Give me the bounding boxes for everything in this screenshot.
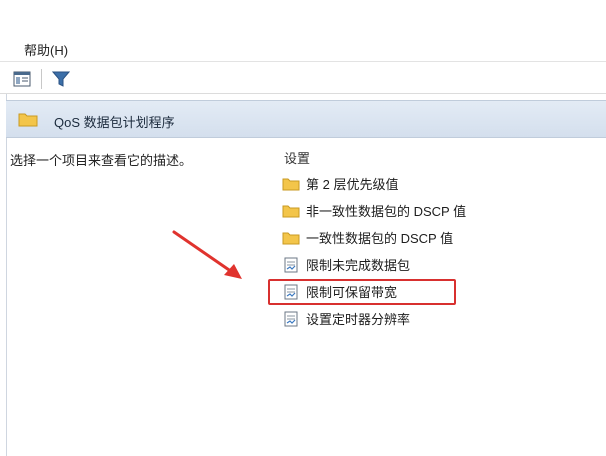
- annotation-arrow-icon: [172, 230, 242, 279]
- list-item-layer2-priority[interactable]: 第 2 层优先级值: [282, 170, 592, 197]
- policy-setting-icon: [282, 257, 300, 273]
- policy-setting-icon: [282, 284, 300, 300]
- pane-border: [6, 94, 7, 456]
- list-item-nonconforming-dscp[interactable]: 非一致性数据包的 DSCP 值: [282, 197, 592, 224]
- node-title: QoS 数据包计划程序: [54, 115, 175, 130]
- list-item-limit-outstanding-packets[interactable]: 限制未完成数据包: [282, 251, 592, 278]
- settings-list: 第 2 层优先级值 非一致性数据包的 DSCP 值 一致性数据包的 DSCP 值…: [268, 170, 592, 332]
- description-hint: 选择一个项目来查看它的描述。: [10, 153, 193, 168]
- filter-icon: [52, 71, 70, 87]
- folder-icon: [18, 111, 38, 132]
- policy-setting-icon: [282, 311, 300, 327]
- menu-help[interactable]: 帮助(H): [24, 40, 68, 59]
- list-item-label: 限制可保留带宽: [306, 285, 398, 300]
- list-item-timer-resolution[interactable]: 设置定时器分辨率: [282, 305, 592, 332]
- list-item-label: 非一致性数据包的 DSCP 值: [306, 204, 467, 219]
- list-item-label: 限制未完成数据包: [306, 258, 411, 273]
- list-item-label: 一致性数据包的 DSCP 值: [306, 231, 454, 246]
- node-header: QoS 数据包计划程序: [6, 100, 606, 138]
- toolbar: [0, 63, 606, 94]
- folder-icon: [282, 176, 300, 192]
- show-hide-tree-icon: [13, 71, 31, 87]
- menu-bar: 帮助(H): [0, 0, 606, 62]
- list-item-label: 第 2 层优先级值: [306, 177, 399, 192]
- list-item-label: 设置定时器分辨率: [306, 312, 411, 327]
- list-item-limit-reservable-bandwidth[interactable]: 限制可保留带宽: [268, 278, 592, 305]
- folder-icon: [282, 230, 300, 246]
- settings-column-header[interactable]: 设置: [284, 148, 310, 167]
- folder-icon: [282, 203, 300, 219]
- toolbar-separator: [41, 69, 42, 89]
- filter-button[interactable]: [50, 68, 72, 90]
- show-hide-tree-button[interactable]: [11, 68, 33, 90]
- list-item-conforming-dscp[interactable]: 一致性数据包的 DSCP 值: [282, 224, 592, 251]
